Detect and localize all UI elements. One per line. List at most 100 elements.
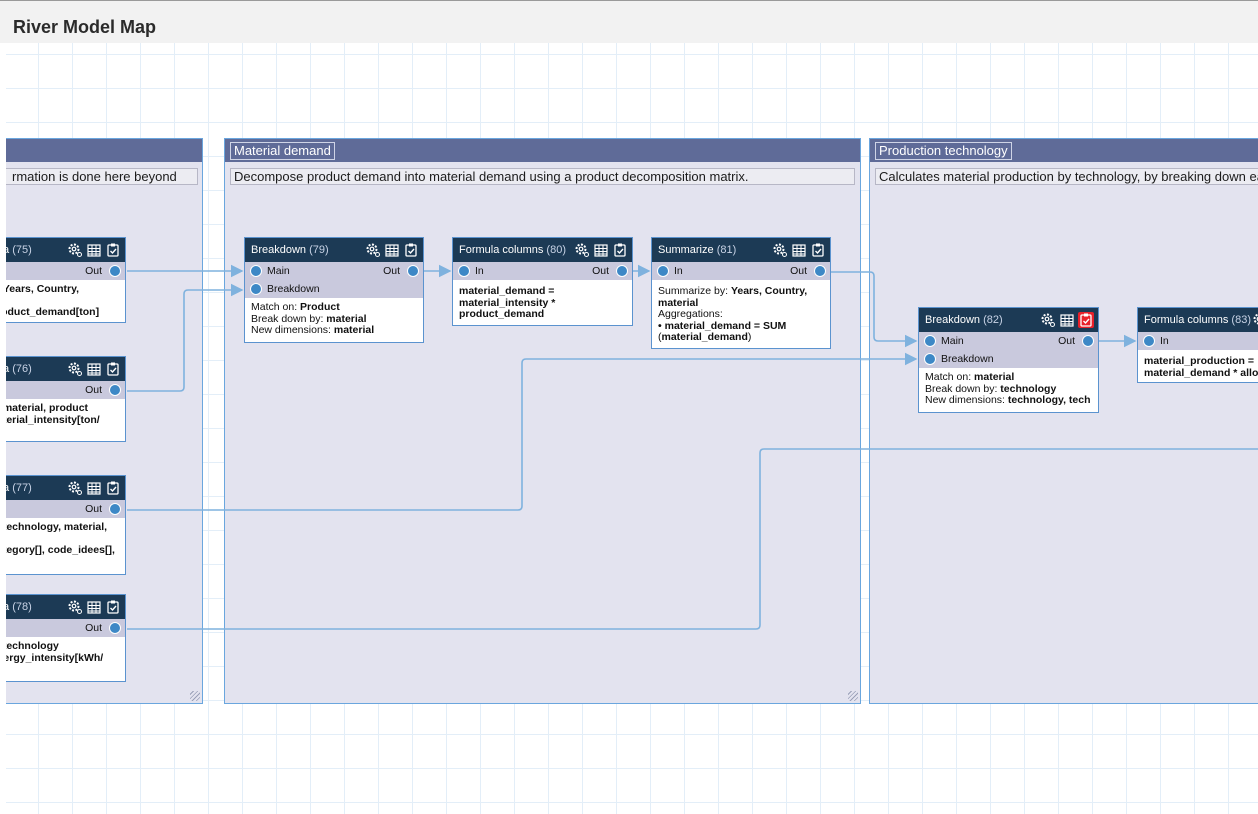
resize-grip[interactable] xyxy=(848,691,858,701)
settings-gear-icon[interactable] xyxy=(365,242,381,258)
group-production-technology[interactable]: Production technology Calculates materia… xyxy=(869,138,1258,704)
node-header[interactable]: a (76) xyxy=(6,357,125,381)
node-id: (79) xyxy=(309,244,329,256)
break-down-by-value: material xyxy=(326,312,367,325)
clipboard-error-icon[interactable] xyxy=(1078,312,1094,328)
group-header[interactable]: Material demand xyxy=(225,139,860,162)
input-port[interactable] xyxy=(458,265,470,277)
output-port[interactable] xyxy=(109,265,121,277)
settings-gear-icon[interactable] xyxy=(574,242,590,258)
node-name: Formula columns xyxy=(1144,314,1229,326)
group-header[interactable] xyxy=(6,139,202,162)
input-port[interactable] xyxy=(657,265,669,277)
group-description: Decompose product demand into material d… xyxy=(230,168,855,185)
node-79-breakdown[interactable]: Breakdown (79) Main Out Breakdown Match … xyxy=(244,237,424,343)
output-port[interactable] xyxy=(109,384,121,396)
summarize-by-value: Years, Country, xyxy=(730,285,808,297)
node-header[interactable]: Formula columns (80) xyxy=(453,238,632,262)
node-76[interactable]: a (76) Out : material, product aterial_i… xyxy=(6,356,126,442)
clipboard-check-icon[interactable] xyxy=(810,242,826,258)
node-83-formula-columns[interactable]: Formula columns (83) In material_product… xyxy=(1137,307,1258,383)
clipboard-check-icon[interactable] xyxy=(403,242,419,258)
node-header[interactable]: a (78) xyxy=(6,595,125,619)
group-header[interactable]: Production technology xyxy=(870,139,1258,162)
port-label-breakdown: Breakdown xyxy=(941,353,994,365)
formula-line: material_intensity * xyxy=(459,296,556,309)
node-id: (76) xyxy=(12,363,32,375)
clipboard-check-icon[interactable] xyxy=(105,242,121,258)
match-on-value: Product xyxy=(300,301,340,313)
input-port-breakdown[interactable] xyxy=(250,283,262,295)
aggregation-expression: material_demand = SUM xyxy=(664,319,787,332)
node-id: (83) xyxy=(1231,314,1251,326)
group-description: rmation is done here beyond xyxy=(6,168,198,185)
clipboard-check-icon[interactable] xyxy=(105,361,121,377)
output-port[interactable] xyxy=(407,265,419,277)
page-title: River Model Map xyxy=(13,17,157,37)
node-header[interactable]: a (75) xyxy=(6,238,125,262)
node-78[interactable]: a (78) Out : technology nergy_intensity[… xyxy=(6,594,126,682)
node-81-summarize[interactable]: Summarize (81) In Out Summarize by: Year… xyxy=(651,237,831,349)
port-label-out: Out xyxy=(85,384,102,396)
clipboard-check-icon[interactable] xyxy=(105,599,121,615)
table-icon[interactable] xyxy=(791,242,807,258)
table-icon[interactable] xyxy=(1059,312,1075,328)
clipboard-check-icon[interactable] xyxy=(105,480,121,496)
node-header[interactable]: Formula columns (83) xyxy=(1138,308,1258,332)
output-port[interactable] xyxy=(109,503,121,515)
port-label-breakdown: Breakdown xyxy=(267,283,320,295)
node-header[interactable]: Breakdown (79) xyxy=(245,238,423,262)
output-port[interactable] xyxy=(1082,335,1094,347)
table-icon[interactable] xyxy=(86,480,102,496)
settings-gear-icon[interactable] xyxy=(67,599,83,615)
node-header[interactable]: Summarize (81) xyxy=(652,238,830,262)
output-port[interactable] xyxy=(109,622,121,634)
input-port-breakdown[interactable] xyxy=(924,353,936,365)
input-port[interactable] xyxy=(1143,335,1155,347)
formula-line: material_production = xyxy=(1144,355,1254,367)
new-dimensions-value: technology, tech xyxy=(1007,394,1091,406)
node-name: a xyxy=(6,601,10,613)
node-output-column: ategory[], code_idees[], xyxy=(6,543,115,556)
settings-gear-icon[interactable] xyxy=(1252,312,1258,328)
node-summary: technology xyxy=(6,640,59,652)
input-port-main[interactable] xyxy=(250,265,262,277)
resize-grip[interactable] xyxy=(190,691,200,701)
output-port[interactable] xyxy=(616,265,628,277)
node-77[interactable]: a (77) Out : technology, material, atego… xyxy=(6,475,126,575)
settings-gear-icon[interactable] xyxy=(67,361,83,377)
group-title[interactable]: Production technology xyxy=(875,142,1012,160)
group-title[interactable]: Material demand xyxy=(230,142,335,160)
clipboard-check-icon[interactable] xyxy=(612,242,628,258)
table-icon[interactable] xyxy=(86,361,102,377)
model-canvas[interactable]: rmation is done here beyond Material dem… xyxy=(6,43,1258,814)
node-name: a xyxy=(6,482,10,494)
node-82-breakdown[interactable]: Breakdown (82) Main Out Breakdown Match … xyxy=(918,307,1099,413)
settings-gear-icon[interactable] xyxy=(772,242,788,258)
node-id: (82) xyxy=(983,314,1003,326)
table-icon[interactable] xyxy=(86,242,102,258)
node-header[interactable]: a (77) xyxy=(6,476,125,500)
node-name: a xyxy=(6,244,10,256)
settings-gear-icon[interactable] xyxy=(67,480,83,496)
settings-gear-icon[interactable] xyxy=(67,242,83,258)
formula-line: material_demand * alloc xyxy=(1144,366,1258,379)
output-port[interactable] xyxy=(814,265,826,277)
table-icon[interactable] xyxy=(86,599,102,615)
table-icon[interactable] xyxy=(593,242,609,258)
group-material-demand[interactable]: Material demand Decompose product demand… xyxy=(224,138,861,704)
node-output-column: nergy_intensity[kWh/ xyxy=(6,651,104,664)
node-75[interactable]: a (75) Out : Years, Country, roduct_dema… xyxy=(6,237,126,323)
settings-gear-icon[interactable] xyxy=(1040,312,1056,328)
title-bar: River Model Map xyxy=(0,0,1258,43)
node-id: (81) xyxy=(716,244,737,256)
table-icon[interactable] xyxy=(384,242,400,258)
port-label-out: Out xyxy=(85,622,102,634)
group-description: Calculates material production by techno… xyxy=(875,168,1258,185)
node-header[interactable]: Breakdown (82) xyxy=(919,308,1098,332)
port-label-in: In xyxy=(674,265,683,277)
node-80-formula-columns[interactable]: Formula columns (80) In Out material_dem… xyxy=(452,237,633,326)
node-id: (75) xyxy=(12,244,32,256)
port-label-in: In xyxy=(1160,335,1169,347)
input-port-main[interactable] xyxy=(924,335,936,347)
